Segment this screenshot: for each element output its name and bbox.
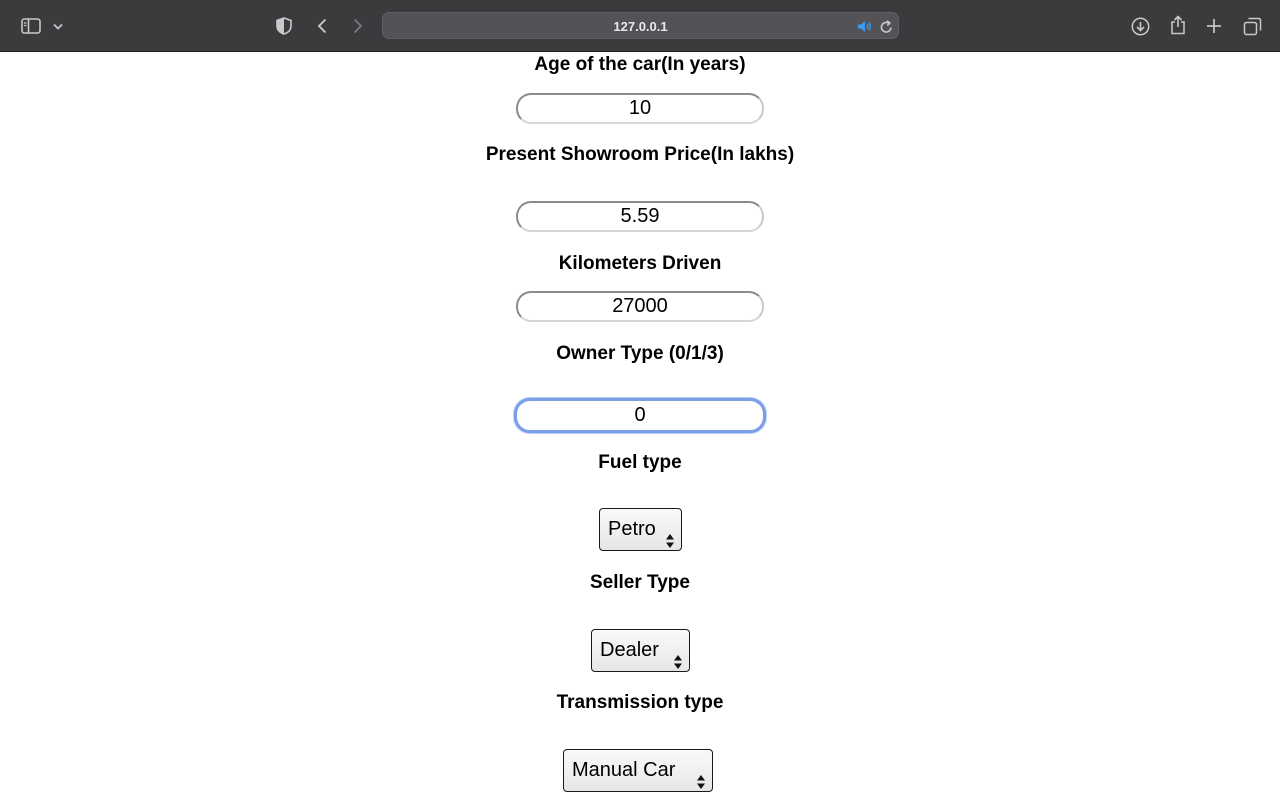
address-bar[interactable]: 127.0.0.1 [382, 12, 899, 39]
url-text[interactable]: 127.0.0.1 [383, 13, 898, 40]
chevron-down-icon[interactable] [52, 20, 64, 32]
forward-arrow-icon[interactable] [348, 16, 368, 36]
share-icon[interactable] [1167, 14, 1189, 36]
owner-input[interactable]: 0 [514, 398, 766, 433]
sidebar-icon[interactable] [20, 16, 42, 36]
seller-select[interactable]: Dealer [591, 629, 690, 672]
seller-label: Seller Type [590, 572, 690, 593]
select-arrows-icon [665, 523, 675, 548]
owner-label: Owner Type (0/1/3) [556, 343, 724, 364]
fuel-label: Fuel type [598, 452, 682, 473]
age-input[interactable]: 10 [516, 93, 764, 124]
age-label: Age of the car(In years) [534, 54, 746, 75]
page-content: Age of the car(In years) 10 Present Show… [0, 53, 1280, 800]
reload-icon[interactable] [878, 19, 894, 34]
fuel-selected-value: Petro [608, 518, 656, 540]
shield-icon[interactable] [274, 16, 294, 36]
fuel-select[interactable]: Petro [599, 508, 682, 551]
tabs-icon[interactable] [1241, 15, 1263, 37]
transmission-select[interactable]: Manual Car [563, 749, 713, 792]
transmission-label: Transmission type [556, 692, 724, 713]
back-arrow-icon[interactable] [312, 16, 332, 36]
download-icon[interactable] [1129, 15, 1151, 37]
plus-icon[interactable] [1204, 16, 1224, 36]
select-arrows-icon [673, 644, 683, 669]
seller-selected-value: Dealer [600, 639, 659, 661]
kms-input[interactable]: 27000 [516, 291, 764, 322]
price-label: Present Showroom Price(In lakhs) [485, 144, 795, 165]
transmission-selected-value: Manual Car [572, 759, 676, 781]
select-arrows-icon [696, 764, 706, 789]
price-input[interactable]: 5.59 [516, 201, 764, 232]
kms-label: Kilometers Driven [558, 253, 722, 274]
speaker-icon[interactable] [856, 19, 872, 34]
browser-toolbar: 127.0.0.1 [0, 0, 1280, 52]
